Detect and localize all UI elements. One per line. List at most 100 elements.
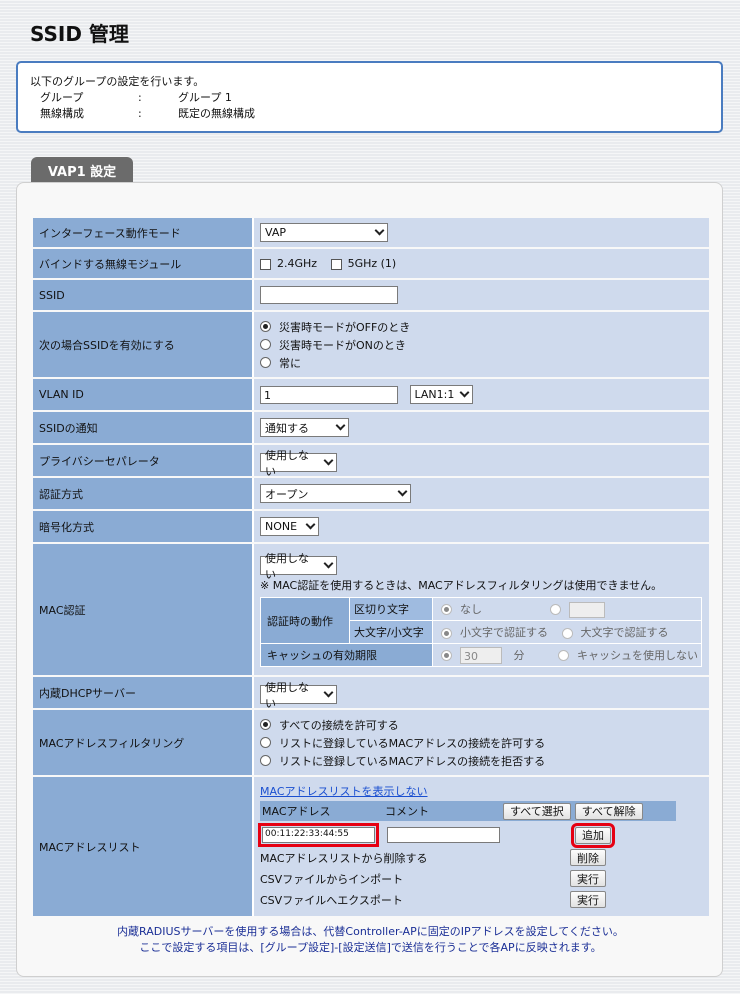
label-ssid: SSID [33,280,254,310]
auth-action-label: 認証時の動作 [261,598,349,644]
row-ssid-notify: SSIDの通知 通知する [33,412,709,443]
export-button[interactable]: 実行 [570,891,606,908]
mac-address-input[interactable]: 00:11:22:33:44:55 [258,823,379,847]
row-bind-module: バインドする無線モジュール 2.4GHz 5GHz (1) [33,249,709,278]
select-all-button[interactable]: すべて選択 [503,802,571,820]
radio-deny-listed-label: リストに登録しているMACアドレスの接続を拒否する [279,754,546,768]
ssid-input[interactable] [260,286,398,304]
checkbox-5ghz-label: 5GHz (1) [347,257,397,270]
radio-disaster-on-label: 災害時モードがONのとき [279,338,406,352]
dhcp-select[interactable]: 使用しない [260,681,337,710]
cache-minutes-input[interactable]: 30 [460,647,502,664]
row-auth: 認証方式 オープン [33,478,709,509]
radio-cache-enabled[interactable] [441,650,452,661]
radio-allow-all[interactable] [260,719,271,730]
row-interface-mode: インターフェース動作モード VAP [33,218,709,247]
row-dhcp: 内蔵DHCPサーバー 使用しない [33,677,709,710]
page-title: SSID 管理 [30,22,129,46]
encryption-select[interactable]: NONE [260,517,319,536]
info-value: 既定の無線構成 [178,107,255,120]
label-interface-mode: インターフェース動作モード [33,218,254,247]
row-ssid: SSID [33,280,709,310]
privacy-value: 使用しない [265,448,309,478]
vlan-lan-select[interactable]: LAN1:1 [409,385,473,404]
settings-table: インターフェース動作モード VAP バインドする無線モジュール 2.4GHz 5… [33,216,709,918]
chevron-down-icon [323,558,334,569]
delimiter-label: 区切り文字 [350,598,432,621]
radio-case-upper[interactable] [561,627,573,639]
checkbox-24ghz-label: 2.4GHz [277,257,318,270]
checkbox-5ghz[interactable] [330,258,342,270]
label-mac-list: MACアドレスリスト [33,777,254,916]
delimiter-custom-input[interactable] [568,601,605,618]
label-mac-auth: MAC認証 [33,544,254,675]
radio-disaster-off[interactable] [260,321,271,332]
row-ssid-enable: 次の場合SSIDを有効にする 災害時モードがOFFのとき 災害時モードがONのと… [33,312,709,377]
hide-mac-list-link[interactable]: MACアドレスリストを表示しない [260,785,428,798]
case-upper-label: 大文字で認証する [580,626,669,640]
row-mac-filter: MACアドレスフィルタリング すべての接続を許可する リストに登録しているMAC… [33,710,709,775]
radio-delimiter-none[interactable] [441,604,452,616]
dhcp-value: 使用しない [265,680,309,710]
info-colon: : [138,91,142,104]
radio-allow-listed-label: リストに登録しているMACアドレスの接続を許可する [279,736,546,750]
radio-allow-listed[interactable] [260,737,271,748]
vlan-id-input[interactable]: 1 [260,386,398,404]
radio-always[interactable] [260,357,271,368]
import-button[interactable]: 実行 [570,870,606,887]
radio-cache-off[interactable] [558,650,569,661]
info-colon: : [138,107,142,120]
interface-mode-select[interactable]: VAP [260,223,388,242]
mac-list-header: MACアドレス コメント すべて選択 すべて解除 [260,801,676,821]
ssid-notify-select[interactable]: 通知する [260,418,349,437]
mac-auth-note: ※ MAC認証を使用するときは、MACアドレスフィルタリングは使用できません。 [260,579,663,593]
case-lower-label: 小文字で認証する [460,626,548,640]
export-label: CSVファイルへエクスポート [260,893,403,907]
footer-line-1: 内蔵RADIUSサーバーを使用する場合は、代替Controller-APに固定の… [117,925,624,938]
label-ssid-notify: SSIDの通知 [33,412,254,443]
auth-select[interactable]: オープン [260,484,411,503]
auth-value: オープン [265,487,309,501]
radio-disaster-on[interactable] [260,339,271,350]
cache-off-label: キャッシュを使用しない [577,648,698,662]
chevron-down-icon [459,387,469,398]
label-auth: 認証方式 [33,478,254,509]
deselect-all-button[interactable]: すべて解除 [574,802,643,820]
info-key: 無線構成 [40,107,84,120]
radio-delimiter-custom[interactable] [549,604,561,616]
chevron-down-icon [335,420,346,431]
label-bind-module: バインドする無線モジュール [33,249,254,278]
col-comment: コメント [385,805,429,818]
radio-deny-listed[interactable] [260,755,271,766]
row-mac-auth: MAC認証 使用しない ※ MAC認証を使用するときは、MACアドレスフィルタリ… [33,544,709,675]
footer-note: 内蔵RADIUSサーバーを使用する場合は、代替Controller-APに固定の… [17,924,724,956]
tab-vap1[interactable]: VAP1 設定 [31,157,133,183]
radio-always-label: 常に [279,356,301,370]
mac-auth-select[interactable]: 使用しない [260,552,337,581]
case-label: 大文字/小文字 [350,621,432,644]
chevron-down-icon [305,519,316,530]
privacy-select[interactable]: 使用しない [260,449,337,478]
radio-case-lower[interactable] [441,627,452,639]
vlan-lan-value: LAN1:1 [414,388,455,401]
checkbox-24ghz[interactable] [260,258,271,270]
delete-button[interactable]: 削除 [570,849,606,866]
cache-label: キャッシュの有効期限 [261,644,432,667]
row-vlan: VLAN ID 1 LAN1:1 [33,379,709,410]
comment-input[interactable] [387,827,500,843]
delete-label: MACアドレスリストから削除する [260,851,428,865]
row-mac-list: MACアドレスリスト MACアドレスリストを表示しない MACアドレス コメント… [33,777,709,916]
label-vlan: VLAN ID [33,379,254,410]
chevron-down-icon [374,225,385,236]
encryption-value: NONE [265,520,298,533]
row-privacy: プライバシーセパレータ 使用しない [33,445,709,478]
label-privacy: プライバシーセパレータ [33,445,254,476]
info-value: グループ 1 [178,91,232,104]
import-label: CSVファイルからインポート [260,872,404,886]
radio-allow-all-label: すべての接続を許可する [279,718,399,732]
group-info-box: 以下のグループの設定を行います。 グループ : グループ 1 無線構成 : 既定… [16,61,723,133]
info-row-wireless: 無線構成 : 既定の無線構成 [30,106,709,122]
info-row-group: グループ : グループ 1 [30,90,709,106]
add-button[interactable]: 追加 [571,822,615,848]
vap-settings-panel: インターフェース動作モード VAP バインドする無線モジュール 2.4GHz 5… [16,182,723,977]
